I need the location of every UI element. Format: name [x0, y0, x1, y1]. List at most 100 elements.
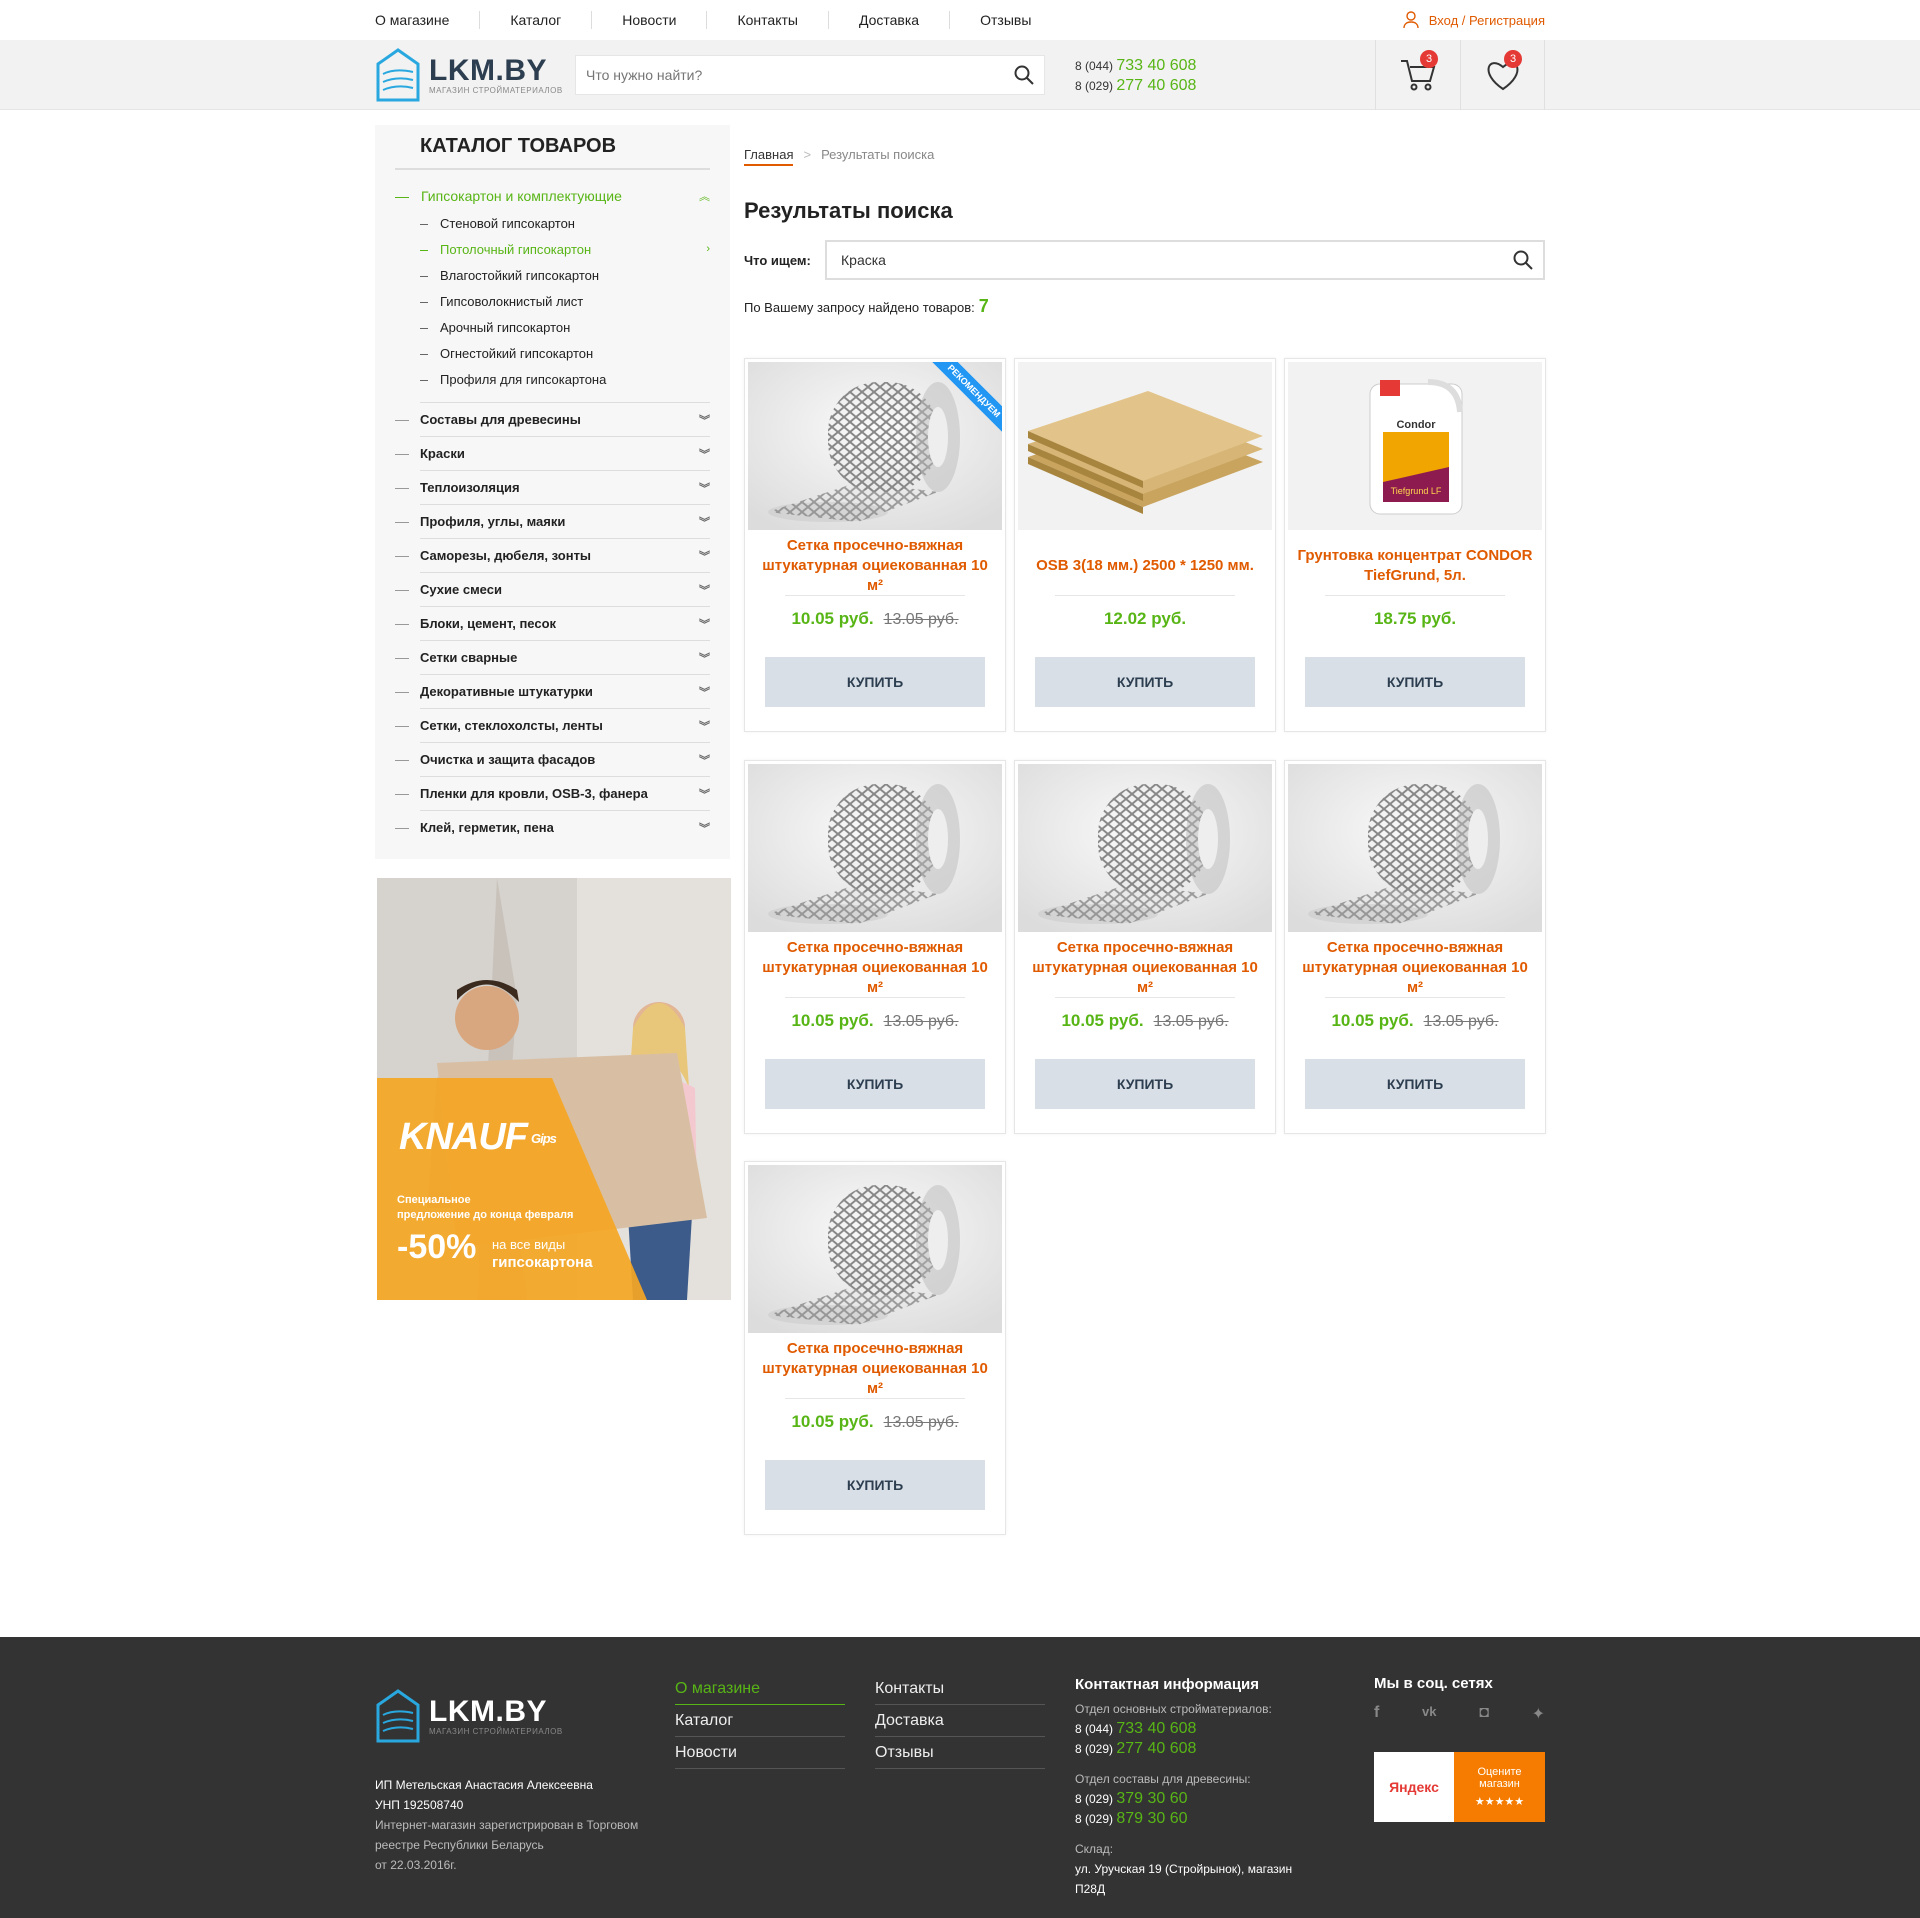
product-image[interactable]: РЕКОМЕНДУЕМ: [748, 362, 1002, 530]
buy-button[interactable]: КУПИТЬ: [1035, 657, 1255, 707]
category-item[interactable]: Декоративные штукатурки ︾: [395, 674, 710, 708]
results-count: По Вашему запросу найдено товаров: 7: [744, 296, 989, 317]
nav-link-delivery[interactable]: Доставка: [859, 11, 951, 29]
subcategory-item[interactable]: Стеновой гипсокартон: [420, 210, 710, 236]
product-name[interactable]: Грунтовка концентрат CONDOR TiefGrund, 5…: [1295, 544, 1535, 588]
vk-icon[interactable]: vk: [1422, 1704, 1436, 1724]
product-price: 10.05 руб. 13.05 руб.: [1015, 1011, 1275, 1031]
product-name[interactable]: Сетка просечно-вяжная штукатурная оциеко…: [1295, 939, 1535, 996]
footer-link-news[interactable]: Новости: [675, 1737, 845, 1769]
footer-link-about[interactable]: О магазине: [675, 1673, 845, 1705]
subcategory-item-active[interactable]: Потолочный гипсокартон ›: [420, 236, 710, 262]
current-price: 10.05 руб.: [791, 1412, 874, 1431]
product-card[interactable]: Condor Tiefgrund LF Грунтовка концентрат C…: [1284, 358, 1546, 732]
phone-code: 8 (029): [1075, 1742, 1114, 1756]
footer-logo[interactable]: LKM.BY МАГАЗИН СТРОЙМАТЕРИАЛОВ: [375, 1687, 563, 1745]
category-item[interactable]: Пленки для кровли, OSB-3, фанера ︾: [395, 776, 710, 810]
search-icon[interactable]: [1004, 65, 1044, 85]
product-image[interactable]: [748, 1165, 1002, 1333]
product-card[interactable]: Сетка просечно-вяжная штукатурная оциеко…: [744, 1161, 1006, 1535]
cart-button[interactable]: 3: [1375, 40, 1460, 110]
product-card[interactable]: РЕКОМЕНДУЕМ Сетка просечно-вяжная штукату…: [744, 358, 1006, 732]
phone-number[interactable]: 277 40 608: [1116, 1740, 1196, 1757]
product-name[interactable]: Сетка просечно-вяжная штукатурная оциеко…: [1025, 939, 1265, 996]
category-item[interactable]: Краски ︾: [395, 436, 710, 470]
category-item[interactable]: Теплоизоляция ︾: [395, 470, 710, 504]
category-label: Теплоизоляция: [420, 480, 520, 495]
product-price: 10.05 руб. 13.05 руб.: [745, 1412, 1005, 1432]
breadcrumb-home[interactable]: Главная: [744, 147, 794, 166]
subcategory-item[interactable]: Влагостойкий гипсокартон: [420, 262, 710, 288]
subcategory-item[interactable]: Профиля для гипсокартона: [420, 366, 710, 392]
phone-number[interactable]: 733 40 608: [1116, 1720, 1196, 1737]
phone-number[interactable]: 733 40 608: [1116, 57, 1196, 74]
category-item[interactable]: Сухие смеси ︾: [395, 572, 710, 606]
chevron-down-icon: ︾: [699, 482, 710, 495]
product-image[interactable]: [748, 764, 1002, 932]
buy-button[interactable]: КУПИТЬ: [1035, 1059, 1255, 1109]
chevron-down-icon: ︾: [699, 550, 710, 563]
phone-number[interactable]: 277 40 608: [1116, 77, 1196, 94]
category-label: Сетки сварные: [420, 650, 518, 665]
product-name[interactable]: OSB 3(18 мм.) 2500 * 1250 мм.: [1025, 544, 1265, 588]
phone-number[interactable]: 879 30 60: [1116, 1810, 1187, 1827]
facebook-icon[interactable]: f: [1374, 1704, 1379, 1724]
category-item[interactable]: Профиля, углы, маяки ︾: [395, 504, 710, 538]
category-item[interactable]: Блоки, цемент, песок ︾: [395, 606, 710, 640]
category-open[interactable]: Гипсокартон и комплектующие ︽: [395, 180, 710, 210]
product-name[interactable]: Сетка просечно-вяжная штукатурная оциеко…: [755, 1340, 995, 1397]
divider: [1055, 997, 1235, 998]
buy-button[interactable]: КУПИТЬ: [765, 1460, 985, 1510]
product-card[interactable]: Сетка просечно-вяжная штукатурная оциеко…: [1284, 760, 1546, 1134]
buy-button[interactable]: КУПИТЬ: [1305, 1059, 1525, 1109]
legal-owner: ИП Метельская Анастасия Алексеевна: [375, 1778, 593, 1792]
footer-link-contacts[interactable]: Контакты: [875, 1673, 1045, 1705]
search-icon[interactable]: [1503, 250, 1543, 270]
chevron-down-icon: ︾: [699, 822, 710, 835]
promo-banner[interactable]: KNAUF Gips Специальное предложение до кон…: [377, 878, 731, 1300]
category-item[interactable]: Сетки сварные ︾: [395, 640, 710, 674]
footer-link-catalog[interactable]: Каталог: [675, 1705, 845, 1737]
subcategory-item[interactable]: Гипсоволокнистый лист: [420, 288, 710, 314]
phone-number[interactable]: 379 30 60: [1116, 1790, 1187, 1807]
instagram-icon[interactable]: ◘: [1479, 1704, 1489, 1724]
search-query-row: Что ищем:: [744, 240, 1545, 280]
product-image[interactable]: [1018, 764, 1272, 932]
footer-link-reviews[interactable]: Отзывы: [875, 1737, 1045, 1769]
subcategory-item[interactable]: Огнестойкий гипсокартон: [420, 340, 710, 366]
twitter-icon[interactable]: ✦: [1532, 1704, 1545, 1724]
category-item[interactable]: Сетки, стеклохолсты, ленты ︾: [395, 708, 710, 742]
nav-link-catalog[interactable]: Каталог: [510, 11, 593, 29]
category-item[interactable]: Составы для древесины ︾: [395, 402, 710, 436]
product-card[interactable]: Сетка просечно-вяжная штукатурная оциеко…: [1014, 760, 1276, 1134]
login-link[interactable]: Вход / Регистрация: [1403, 11, 1545, 29]
logo-text: LKM.BY: [429, 1694, 547, 1728]
category-label: Краски: [420, 446, 465, 461]
product-card[interactable]: OSB 3(18 мм.) 2500 * 1250 мм. 12.02 руб. К…: [1014, 358, 1276, 732]
query-input[interactable]: [827, 252, 1503, 268]
contacts-title: Контактная информация: [1075, 1676, 1260, 1693]
product-name[interactable]: Сетка просечно-вяжная штукатурная оциеко…: [755, 537, 995, 594]
product-card[interactable]: Сетка просечно-вяжная штукатурная оциеко…: [744, 760, 1006, 1134]
product-image[interactable]: [1288, 764, 1542, 932]
nav-link-news[interactable]: Новости: [622, 11, 708, 29]
buy-button[interactable]: КУПИТЬ: [1305, 657, 1525, 707]
subcategory-item[interactable]: Арочный гипсокартон: [420, 314, 710, 340]
buy-button[interactable]: КУПИТЬ: [765, 657, 985, 707]
nav-link-reviews[interactable]: Отзывы: [980, 11, 1061, 29]
yandex-rating-badge[interactable]: Яндекс Оцените магазин ★★★★★: [1374, 1752, 1545, 1822]
buy-button[interactable]: КУПИТЬ: [765, 1059, 985, 1109]
category-item[interactable]: Саморезы, дюбеля, зонты ︾: [395, 538, 710, 572]
search-input[interactable]: [576, 56, 1004, 94]
logo-house-icon: [376, 48, 420, 102]
site-logo[interactable]: LKM.BY МАГАЗИН СТРОЙМАТЕРИАЛОВ: [375, 46, 563, 104]
category-item[interactable]: Клей, герметик, пена ︾: [395, 810, 710, 844]
category-item[interactable]: Очистка и защита фасадов ︾: [395, 742, 710, 776]
wishlist-button[interactable]: 3: [1460, 40, 1545, 110]
nav-link-contacts[interactable]: Контакты: [737, 11, 829, 29]
footer-link-delivery[interactable]: Доставка: [875, 1705, 1045, 1737]
product-image[interactable]: [1018, 362, 1272, 530]
product-name[interactable]: Сетка просечно-вяжная штукатурная оциеко…: [755, 939, 995, 996]
product-image[interactable]: Condor Tiefgrund LF: [1288, 362, 1542, 530]
nav-link-about[interactable]: О магазине: [375, 11, 481, 29]
